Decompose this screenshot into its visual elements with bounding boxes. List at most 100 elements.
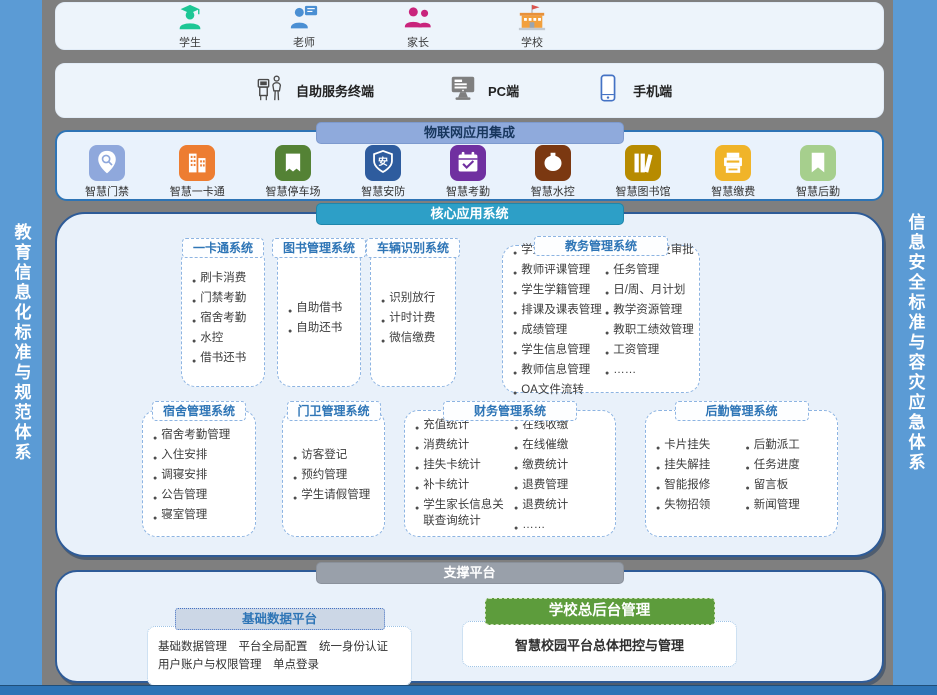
iot-app-group: 智慧水控 (531, 145, 575, 199)
iot-app-label: 智慧安防 (361, 183, 405, 199)
bullet-icon: ● (513, 366, 517, 382)
terminal-group: 手机端 (593, 73, 672, 108)
bullet-icon: ● (656, 461, 660, 477)
student-icon (175, 3, 205, 33)
base-data-platform-card: 基础数据管理 平台全局配置 统一身份认证 用户账户与权限管理 单点登录 (147, 626, 412, 686)
iot-app-group: 智慧门禁 (85, 145, 129, 199)
client-terminals-panel: 自助服务终端PC端手机端 (55, 63, 884, 118)
bullet-icon: ● (605, 266, 609, 282)
iot-integration-panel: 物联网应用集成 智慧门禁智慧一卡通智慧停车场安智慧安防智慧考勤智慧水控智慧图书馆… (55, 130, 884, 201)
feature-item: ●在线催缴 (514, 437, 611, 457)
feature-item: ●日/周、月计划 (605, 282, 695, 302)
iot-app-label: 智慧停车场 (266, 183, 321, 199)
bullet-icon: ● (153, 471, 157, 487)
feature-item: ●OA文件流转 (513, 382, 603, 402)
school-admin-desc: 智慧校园平台总体把控与管理 (515, 635, 684, 654)
feature-item: ●失物招领 (656, 497, 744, 517)
system-title: 图书管理系统 (272, 238, 366, 258)
feature-item: ●自助还书 (288, 320, 356, 340)
feature-item: ●教师信息管理 (513, 362, 603, 382)
feature-item: ●任务进度 (746, 457, 834, 477)
kiosk-icon (256, 73, 286, 108)
iot-app-label: 智慧考勤 (446, 183, 490, 199)
bullet-icon: ● (415, 481, 419, 497)
user-role-group: 学校 (504, 3, 560, 50)
feature-item: ●微信缴费 (381, 330, 451, 350)
feature-item: ●寝室管理 (153, 507, 251, 527)
bullet-icon: ● (514, 521, 518, 537)
bullet-icon: ● (192, 314, 196, 330)
bullet-icon: ● (656, 481, 660, 497)
feature-item: ●入住安排 (153, 447, 251, 467)
architecture-diagram: 学生老师家长学校 自助服务终端PC端手机端 物联网应用集成 智慧门禁智慧一卡通智… (55, 0, 884, 686)
system-title: 财务管理系统 (443, 401, 577, 421)
iot-app-label: 智慧图书馆 (616, 183, 671, 199)
right-security-sidebar: 信息安全标准与容灾应急体系 (893, 0, 937, 686)
bullet-icon: ● (153, 511, 157, 527)
terminal-label: PC端 (488, 81, 519, 100)
feature-item: ●计时计费 (381, 310, 451, 330)
bullet-icon: ● (293, 471, 297, 487)
feature-item: ●缴费统计 (514, 457, 611, 477)
bullet-icon: ● (513, 286, 517, 302)
left-standards-sidebar: 教育信息化标准与规范体系 (0, 0, 42, 686)
system-card: 一卡通系统●刷卡消费●门禁考勤●宿舍考勤●水控●借书还书 (181, 247, 265, 387)
iot-app-group: 智慧图书馆 (616, 145, 671, 199)
feature-item: ●刷卡消费 (192, 270, 260, 290)
feature-item: ●学生家长信息关联查询统计 (415, 497, 512, 529)
system-title: 宿舍管理系统 (152, 401, 246, 421)
payment-icon (715, 145, 751, 181)
system-card: 教务管理系统●学生评分管理●教师评课管理●学生学籍管理●排课及课表管理●成绩管理… (502, 245, 700, 393)
feature-item: ●教学资源管理 (605, 302, 695, 322)
iot-app-group: 智慧停车场 (266, 145, 321, 199)
feature-item: ●…… (514, 517, 611, 537)
system-title: 一卡通系统 (182, 238, 264, 258)
iot-panel-title: 物联网应用集成 (316, 122, 624, 144)
system-title: 门卫管理系统 (286, 401, 380, 421)
feature-item: ●退费统计 (514, 497, 611, 517)
bullet-icon: ● (513, 306, 517, 322)
bullet-icon: ● (513, 326, 517, 342)
water-icon (535, 145, 571, 181)
school-icon (517, 3, 547, 33)
door-access-icon (89, 145, 125, 181)
feature-item: ●公告管理 (153, 487, 251, 507)
support-platform-panel: 支撑平台 基础数据平台 基础数据管理 平台全局配置 统一身份认证 用户账户与权限… (55, 570, 884, 683)
system-title: 车辆识别系统 (366, 238, 460, 258)
bullet-icon: ● (605, 306, 609, 322)
feature-item: ●自助借书 (288, 300, 356, 320)
bullet-icon: ● (605, 326, 609, 342)
feature-item: ●成绩管理 (513, 322, 603, 342)
feature-item: ●排课及课表管理 (513, 302, 603, 322)
attendance-icon (450, 145, 486, 181)
bullet-icon: ● (293, 451, 297, 467)
system-title: 教务管理系统 (534, 236, 668, 256)
bullet-icon: ● (415, 421, 419, 437)
user-role-group: 老师 (276, 3, 332, 50)
bullet-icon: ● (381, 314, 385, 330)
iot-app-label: 智慧水控 (531, 183, 575, 199)
system-card: 车辆识别系统●识别放行●计时计费●微信缴费 (370, 247, 456, 387)
feature-item: ●预约管理 (293, 467, 380, 487)
bullet-icon: ● (381, 334, 385, 350)
feature-item: ●门禁考勤 (192, 290, 260, 310)
core-systems-panel: 核心应用系统 一卡通系统●刷卡消费●门禁考勤●宿舍考勤●水控●借书还书图书管理系… (55, 212, 884, 557)
bullet-icon: ● (746, 461, 750, 477)
feature-item: ●教师评课管理 (513, 262, 603, 282)
library-icon (625, 145, 661, 181)
school-admin-card: 智慧校园平台总体把控与管理 (462, 621, 737, 667)
bullet-icon: ● (415, 461, 419, 477)
parents-icon (403, 3, 433, 33)
iot-app-label: 智慧门禁 (85, 183, 129, 199)
feature-item: ●调寝安排 (153, 467, 251, 487)
feature-item: ●借书还书 (192, 350, 260, 370)
bullet-icon: ● (288, 304, 292, 320)
bullet-icon: ● (605, 286, 609, 302)
user-role-label: 家长 (407, 34, 429, 50)
right-sidebar-label: 信息安全标准与容灾应急体系 (907, 213, 924, 473)
feature-item: ●工资管理 (605, 342, 695, 362)
user-role-group: 学生 (162, 3, 218, 50)
terminal-label: 手机端 (633, 81, 672, 100)
feature-item: ●智能报修 (656, 477, 744, 497)
feature-item: ●退费管理 (514, 477, 611, 497)
